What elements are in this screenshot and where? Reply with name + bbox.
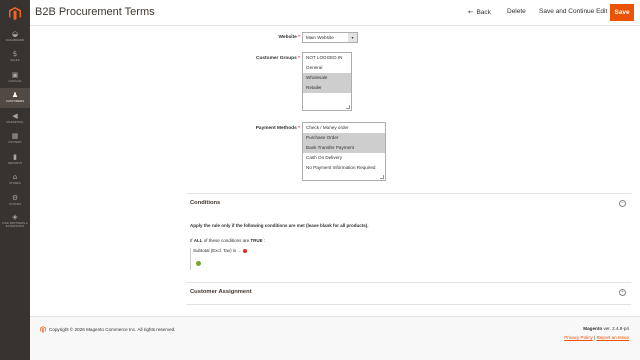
sidebar-item-label: STORES [9,181,21,186]
customer-groups-multiselect[interactable]: NOT LOGGED IN General Wholesale Retailer [302,52,352,111]
admin-sidebar: ◒ DASHBOARD $ SALES ▣ CATALOG ♟ CUSTOMERS ◀ MARKE… [0,0,30,360]
resize-handle[interactable] [380,175,384,179]
resize-handle[interactable] [346,105,350,109]
remove-condition-icon[interactable] [243,248,248,253]
option-item[interactable]: Bank Transfer Payment [303,143,385,153]
option-item[interactable]: NOT LOGGED IN [303,53,351,63]
sidebar-item-label: SALES [10,58,20,63]
delete-button[interactable]: Delete [507,8,526,15]
sidebar-item-content[interactable]: ▦ CONTENT [0,129,30,150]
payment-methods-multiselect[interactable]: Check / Money order Purchase Order Bank Tr… [302,122,386,181]
website-label: Website * [278,35,300,40]
condition-rule: Subtotal (Excl. Tax) is ... [193,248,248,253]
back-button[interactable]: ← Back [468,8,491,16]
save-and-continue-button[interactable]: Save and Continue Edit [539,8,607,15]
sidebar-item-label: CONTENT [8,140,22,145]
copyright-text: Copyright © 2026 Magento Commerce Inc. A… [49,327,176,332]
collapse-icon[interactable]: − [619,200,626,207]
sidebar-item-label: CATALOG [8,78,22,83]
page-footer: Copyright © 2026 Magento Commerce Inc. A… [30,316,640,360]
customer-groups-label: Customer Groups * [256,56,300,61]
sidebar-item-reports[interactable]: ▮ REPORTS [0,149,30,170]
expand-icon[interactable]: + [619,289,626,296]
sidebar-item-customers[interactable]: ♟ CUSTOMERS [0,87,30,108]
sidebar-item-label: CUSTOMERS [5,99,25,104]
sidebar-item-label: DASHBOARD [5,37,25,42]
sidebar-item-system[interactable]: ⚙ SYSTEM [0,190,30,211]
option-item[interactable]: Wholesale [303,73,351,83]
version-info: Magento ver. 2.4.8-p4 [583,326,629,331]
sidebar-item-marketing[interactable]: ◀ MARKETING [0,108,30,129]
chevron-down-icon: ▾ [348,33,357,42]
conditions-note: Apply the rule only if the following con… [190,223,369,228]
sidebar-item-find[interactable]: ◈ FIND PARTNERS & EXTENSIONS [0,211,30,232]
sidebar-item-stores[interactable]: ⌂ STORES [0,170,30,191]
section-divider [186,193,631,194]
page-header: B2B Procurement Terms ← Back Delete Save … [30,0,640,26]
section-divider [186,282,631,283]
option-item[interactable]: General [303,63,351,73]
option-item[interactable]: Cash On Delivery [303,153,385,163]
save-button[interactable]: Save [610,4,634,21]
footer-links: Privacy Policy | Report an Issue [564,335,629,340]
payment-methods-label: Payment Methods * [255,126,300,131]
sidebar-item-catalog[interactable]: ▣ CATALOG [0,67,30,88]
report-issue-link[interactable]: Report an Issue [597,335,629,340]
magento-footer-logo-icon [40,326,46,333]
sidebar-item-label: FIND PARTNERS & EXTENSIONS [2,220,28,228]
conditions-combinator: If ALL of these conditions are TRUE : [190,238,266,243]
option-item[interactable]: Retailer [303,83,351,93]
page-title: B2B Procurement Terms [35,6,155,18]
sidebar-item-label: REPORTS [8,160,22,165]
sidebar-item-label: SYSTEM [9,201,21,206]
required-marker: * [298,35,300,40]
add-condition-icon[interactable] [196,261,201,266]
option-item[interactable]: Check / Money order [303,123,385,133]
sidebar-item-sales[interactable]: $ SALES [0,47,30,68]
privacy-policy-link[interactable]: Privacy Policy [564,335,593,340]
conditions-section-title[interactable]: Conditions [190,200,220,206]
magento-logo-icon [9,6,21,20]
customer-assignment-section-title[interactable]: Customer Assignment [190,289,252,295]
option-item[interactable]: Purchase Order [303,133,385,143]
condition-tree-line [190,248,191,270]
value-select[interactable]: TRUE [250,238,262,243]
aggregator-select[interactable]: ALL [194,238,203,243]
website-select-value: Main Website [306,35,334,40]
back-label: Back [476,9,491,16]
link-separator: | [594,335,596,340]
required-marker: * [298,126,300,131]
arrow-left-icon: ← [468,8,474,16]
section-divider [186,304,631,305]
rule-value-link[interactable]: ... [237,248,241,253]
option-item[interactable]: No Payment Information Required [303,163,385,173]
magento-logo[interactable] [0,0,30,26]
required-marker: * [298,56,300,61]
sidebar-item-dashboard[interactable]: ◒ DASHBOARD [0,26,30,47]
website-select[interactable]: Main Website ▾ [302,32,358,43]
sidebar-item-label: MARKETING [6,119,24,124]
